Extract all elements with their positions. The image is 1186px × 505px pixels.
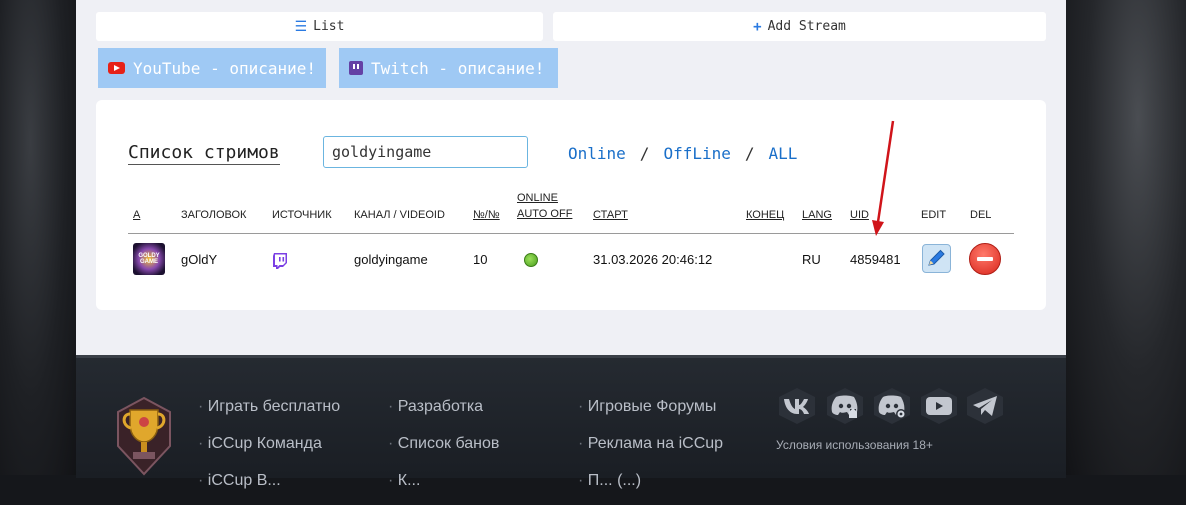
footer-column-1: Играть бесплатно iCCup Команда iCCup В..… — [198, 394, 340, 505]
online-status-indicator[interactable] — [524, 253, 538, 267]
site-footer: Играть бесплатно iCCup Команда iCCup В..… — [76, 355, 1066, 489]
background-left — [0, 0, 76, 475]
footer-link-advertising[interactable]: Реклама на iCCup — [578, 431, 723, 468]
stream-channel: goldyingame — [354, 252, 428, 267]
footer-column-2: Разработка Список банов К... — [388, 394, 500, 505]
twitch-info-button[interactable]: Twitch - описание! — [339, 48, 558, 88]
footer-link-forums[interactable]: Игровые Форумы — [578, 394, 723, 431]
filter-all-link[interactable]: ALL — [769, 144, 798, 163]
twitch-icon — [349, 61, 363, 75]
list-icon: ☰ — [294, 18, 308, 35]
footer-link-col2-3[interactable]: К... — [388, 468, 499, 505]
column-title-header: ЗАГОЛОВОК — [181, 209, 247, 221]
pencil-icon — [928, 249, 945, 266]
footer-link-development[interactable]: Разработка — [388, 394, 499, 431]
vk-icon[interactable] — [779, 388, 815, 424]
iccup-trophy-logo — [117, 396, 171, 476]
column-num-header[interactable]: №/№ — [473, 207, 500, 223]
table-divider — [128, 233, 1014, 234]
column-end-header[interactable]: КОНЕЦ — [746, 207, 784, 223]
channel-avatar: GOLDY GAME — [133, 243, 165, 275]
main-content: ☰ List + Add Stream YouTube - описание! … — [76, 0, 1066, 355]
youtube-icon[interactable] — [921, 388, 957, 424]
terms-link[interactable]: Условия использования 18+ — [776, 438, 933, 452]
column-lang-header[interactable]: LANG — [802, 207, 832, 223]
footer-link-play-free[interactable]: Играть бесплатно — [198, 394, 340, 431]
column-source-header: ИСТОЧНИК — [272, 209, 332, 221]
youtube-info-button[interactable]: YouTube - описание! — [98, 48, 326, 88]
filter-separator: / — [639, 144, 650, 163]
column-uid-header[interactable]: UID — [850, 207, 869, 223]
filter-online-link[interactable]: Online — [568, 144, 626, 163]
column-a-header[interactable]: A — [133, 207, 140, 223]
twitch-icon — [273, 253, 287, 269]
column-channel-header: КАНАЛ / VIDEOID — [354, 209, 445, 221]
edit-button[interactable] — [922, 244, 951, 273]
stream-number: 10 — [473, 252, 488, 267]
streams-title: Список стримов — [128, 142, 280, 165]
background-right — [1066, 0, 1186, 475]
column-start-header[interactable]: СТАРТ — [593, 207, 628, 223]
stream-title: gOldY — [181, 252, 218, 267]
list-button[interactable]: ☰ List — [96, 12, 543, 41]
stream-lang: RU — [802, 252, 821, 267]
footer-link-col3-3[interactable]: П... (...) — [578, 468, 723, 505]
column-del-header: DEL — [970, 209, 992, 221]
filter-offline-link[interactable]: OffLine — [663, 144, 730, 163]
stream-start: 31.03.2026 20:46:12 — [593, 252, 713, 267]
add-stream-label: Add Stream — [767, 19, 846, 34]
status-filters: Online / OffLine / ALL — [568, 144, 797, 163]
plus-icon: + — [753, 18, 762, 35]
discord-home-icon[interactable] — [827, 388, 863, 424]
streams-card: Список стримов Online / OffLine / ALL A ЗАГО… — [96, 100, 1046, 310]
delete-button[interactable] — [969, 243, 1001, 275]
column-edit-header: EDIT — [921, 209, 947, 221]
filter-separator: / — [744, 144, 755, 163]
search-input[interactable] — [323, 136, 528, 168]
youtube-icon — [108, 62, 125, 74]
list-button-label: List — [313, 19, 345, 34]
youtube-info-label: YouTube - описание! — [133, 58, 317, 78]
stream-uid: 4859481 — [850, 252, 901, 267]
twitch-info-label: Twitch - описание! — [371, 58, 545, 78]
footer-link-ban-list[interactable]: Список банов — [388, 431, 500, 468]
footer-link-col1-3[interactable]: iCCup В... — [198, 468, 340, 505]
add-stream-button[interactable]: + Add Stream — [553, 12, 1046, 41]
discord-settings-icon[interactable] — [874, 388, 910, 424]
column-online-header[interactable]: ONLINE AUTO OFF — [517, 190, 572, 222]
footer-column-3: Игровые Форумы Реклама на iCCup П... (..… — [578, 394, 723, 505]
telegram-icon[interactable] — [967, 388, 1003, 424]
footer-link-team[interactable]: iCCup Команда — [198, 431, 340, 468]
